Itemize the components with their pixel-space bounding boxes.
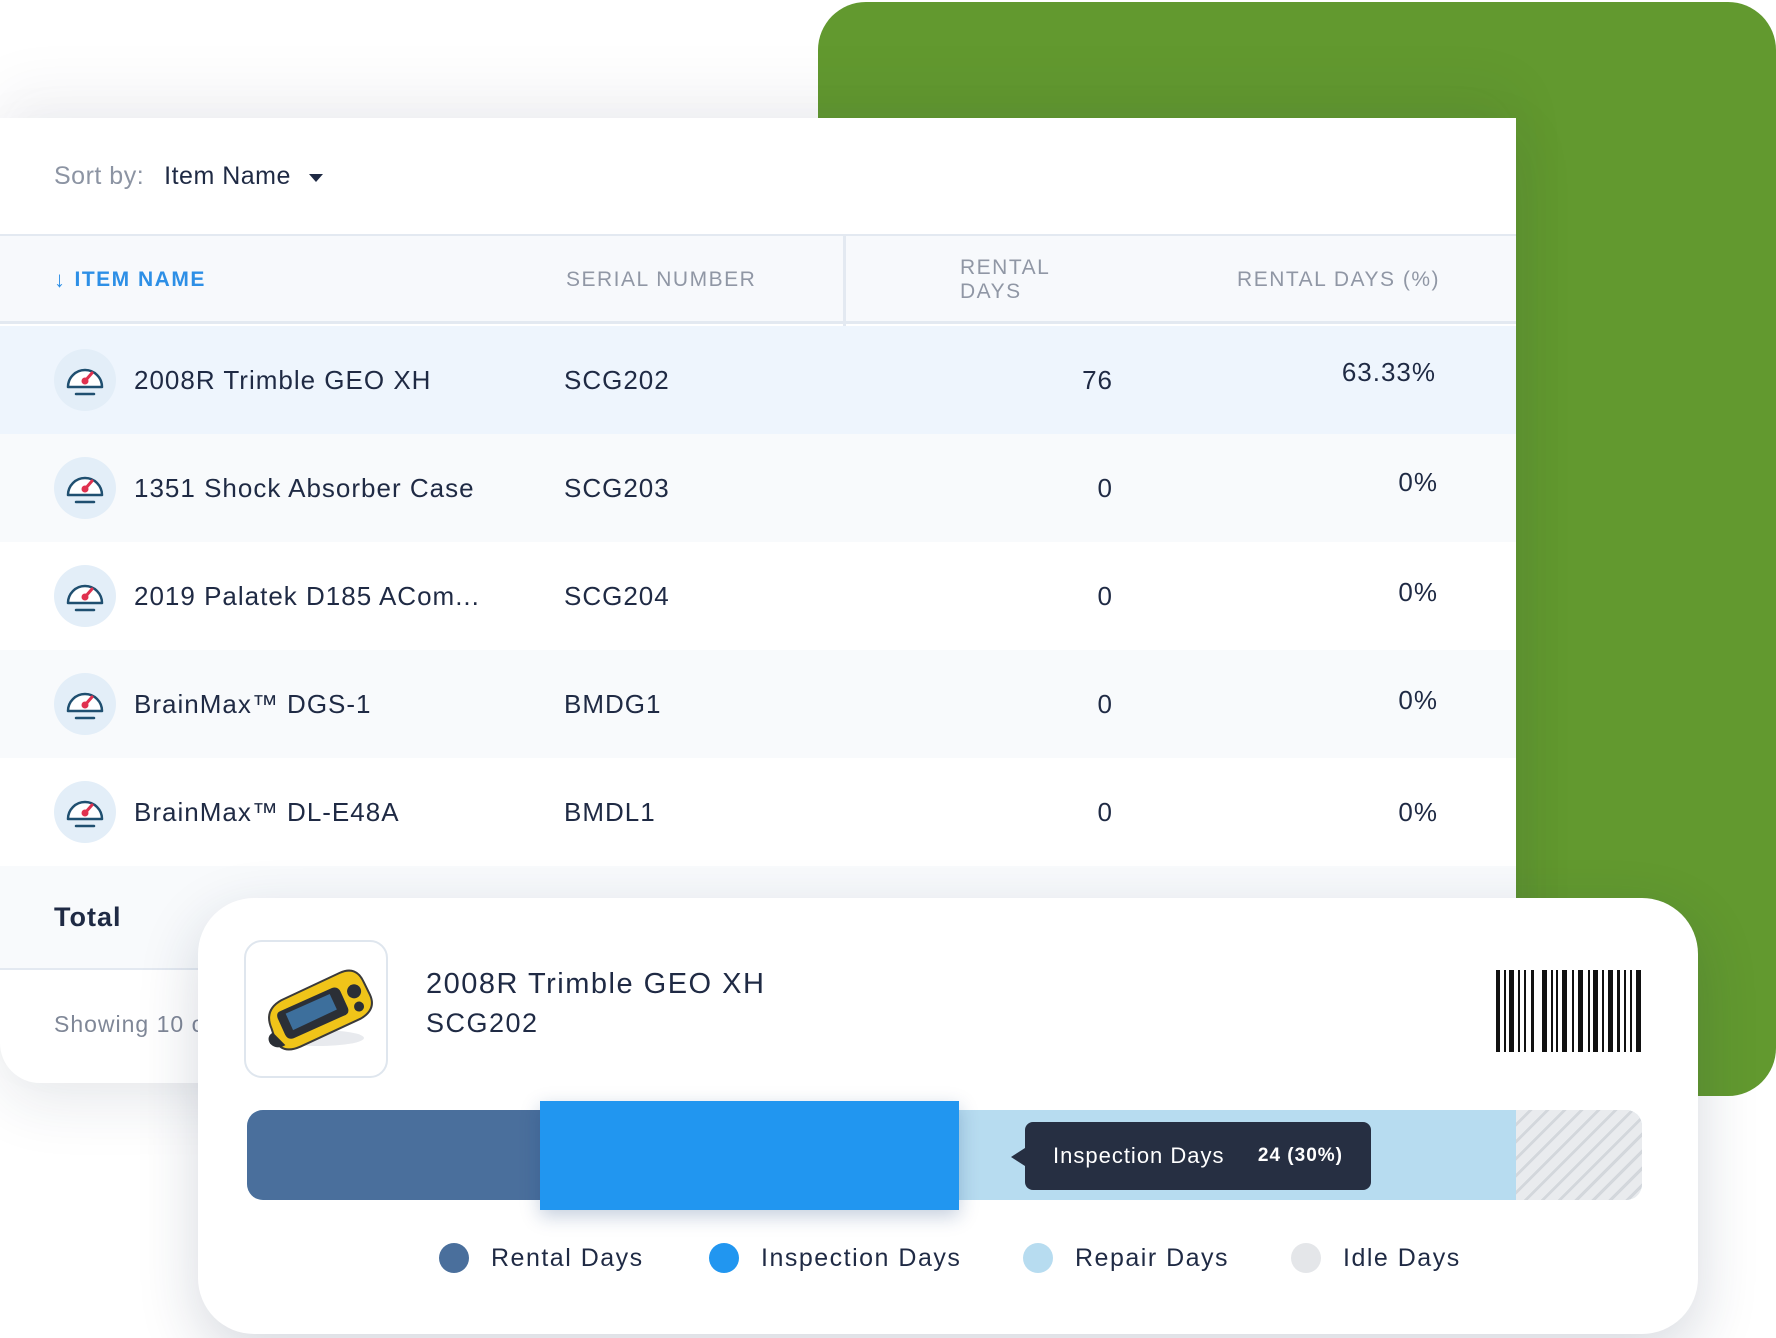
rental-days: 0 [1097, 580, 1113, 611]
serial-number: SCG204 [564, 580, 670, 611]
item-thumbnail [244, 940, 388, 1078]
detail-item-name: 2008R Trimble GEO XH [426, 968, 766, 1000]
column-header-item-name[interactable]: ↓ ITEM NAME [54, 236, 206, 323]
table-row[interactable]: 2008R Trimble GEO XH SCG202 76 63.33% [0, 326, 1516, 434]
table-row[interactable]: BrainMax™ DL-E48A BMDL1 0 0% [0, 758, 1516, 866]
item-name: 2019 Palatek D185 ACom... [134, 580, 480, 611]
table-header: ↓ ITEM NAME SERIAL NUMBER RENTAL DAYS RE… [0, 234, 1516, 324]
rental-days: 0 [1097, 472, 1113, 503]
segment-rental-days[interactable] [247, 1110, 540, 1200]
legend-label: Inspection Days [761, 1243, 962, 1272]
table-row[interactable]: BrainMax™ DGS-1 BMDG1 0 0% [0, 650, 1516, 758]
gauge-icon [54, 781, 116, 843]
column-header-serial-number[interactable]: SERIAL NUMBER [566, 236, 756, 323]
gauge-icon [54, 457, 116, 519]
legend-item-repair-days[interactable]: Repair Days [1023, 1228, 1229, 1288]
legend-dot [1023, 1243, 1053, 1273]
rental-days: 0 [1097, 688, 1113, 719]
item-name: BrainMax™ DL-E48A [134, 796, 400, 827]
serial-number: BMDG1 [564, 688, 662, 719]
table-row[interactable]: 1351 Shock Absorber Case SCG203 0 0% [0, 434, 1516, 542]
rental-days: 76 [1082, 364, 1113, 395]
sort-descending-icon: ↓ [54, 266, 67, 292]
item-name: BrainMax™ DGS-1 [134, 688, 372, 719]
legend-label: Idle Days [1343, 1243, 1461, 1272]
rental-days-pct: 0% [1398, 796, 1438, 827]
rental-days-pct: 63.33% [1341, 356, 1436, 387]
gauge-icon [54, 349, 116, 411]
serial-number: SCG203 [564, 472, 670, 503]
total-label: Total [54, 901, 122, 932]
rental-days-pct: 0% [1398, 466, 1438, 497]
serial-number: SCG202 [564, 364, 670, 395]
item-name: 1351 Shock Absorber Case [134, 472, 475, 503]
segment-idle-days[interactable] [1516, 1110, 1642, 1200]
legend-item-idle-days[interactable]: Idle Days [1291, 1228, 1461, 1288]
sort-dropdown[interactable]: Item Name [164, 162, 323, 191]
gauge-icon [54, 565, 116, 627]
rental-days-pct: 0% [1398, 576, 1438, 607]
legend-dot [709, 1243, 739, 1273]
barcode-icon [1496, 970, 1641, 1052]
segment-inspection-days[interactable] [540, 1101, 959, 1210]
detail-serial-number: SCG202 [426, 1008, 539, 1038]
sort-bar: Sort by: Item Name [54, 118, 323, 234]
breakdown-tooltip: Inspection Days 24 (30%) [1011, 1122, 1371, 1190]
legend-item-inspection-days[interactable]: Inspection Days [709, 1228, 961, 1288]
column-header-label: SERIAL NUMBER [566, 267, 757, 291]
item-name: 2008R Trimble GEO XH [134, 364, 432, 395]
gps-device-icon [268, 969, 373, 1051]
rental-days-pct: 0% [1398, 684, 1438, 715]
legend-dot [1291, 1243, 1321, 1273]
caret-down-icon [308, 174, 323, 182]
breakdown-legend: Rental Days Inspection Days Repair Days … [198, 1228, 1698, 1288]
table-row[interactable]: 2019 Palatek D185 ACom... SCG204 0 0% [0, 542, 1516, 650]
pagination-summary: Showing 10 o [54, 1010, 206, 1037]
column-header-label: RENTAL DAYS [960, 255, 1050, 303]
tooltip-value: 24 (30%) [1257, 1145, 1343, 1166]
legend-label: Repair Days [1075, 1243, 1230, 1272]
column-header-label: ITEM NAME [74, 267, 206, 291]
legend-item-rental-days[interactable]: Rental Days [439, 1228, 644, 1288]
column-header-label: RENTAL DAYS (%) [1237, 267, 1440, 291]
gauge-icon [54, 673, 116, 735]
item-detail-card: 2008R Trimble GEO XH SCG202 Inspection D… [198, 898, 1698, 1334]
column-header-rental-days-pct[interactable]: RENTAL DAYS (%) [1200, 236, 1440, 323]
legend-label: Rental Days [491, 1243, 644, 1272]
sort-label: Sort by: [54, 161, 145, 190]
tooltip-label: Inspection Days [1053, 1143, 1225, 1168]
serial-number: BMDL1 [564, 796, 656, 827]
sort-value: Item Name [164, 161, 291, 190]
legend-dot [439, 1243, 469, 1273]
rental-days: 0 [1097, 796, 1113, 827]
column-header-rental-days[interactable]: RENTAL DAYS [960, 236, 1113, 323]
